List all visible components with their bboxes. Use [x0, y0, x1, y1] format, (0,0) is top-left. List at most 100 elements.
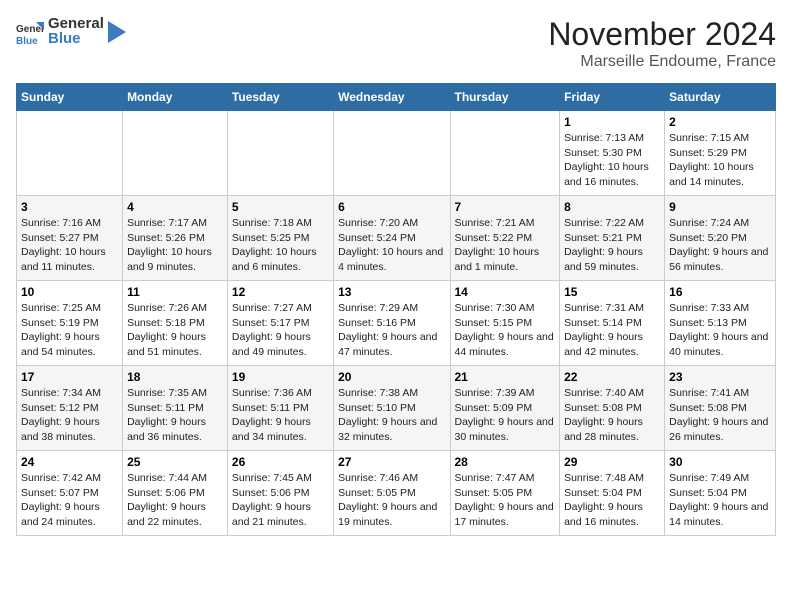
calendar-cell: 12 Sunrise: 7:27 AM Sunset: 5:17 PM Dayli… [227, 281, 333, 366]
calendar-cell: 5 Sunrise: 7:18 AM Sunset: 5:25 PM Daylig… [227, 196, 333, 281]
day-header-monday: Monday [123, 84, 228, 111]
calendar-cell: 23 Sunrise: 7:41 AM Sunset: 5:08 PM Dayli… [665, 366, 776, 451]
calendar-cell: 20 Sunrise: 7:38 AM Sunset: 5:10 PM Dayli… [334, 366, 450, 451]
calendar-cell [450, 111, 560, 196]
day-header-tuesday: Tuesday [227, 84, 333, 111]
day-info: Sunrise: 7:21 AM Sunset: 5:22 PM Dayligh… [455, 216, 556, 275]
calendar-cell: 17 Sunrise: 7:34 AM Sunset: 5:12 PM Dayli… [17, 366, 123, 451]
header-row: SundayMondayTuesdayWednesdayThursdayFrid… [17, 84, 776, 111]
day-info: Sunrise: 7:29 AM Sunset: 5:16 PM Dayligh… [338, 301, 445, 360]
calendar-cell: 1 Sunrise: 7:13 AM Sunset: 5:30 PM Daylig… [560, 111, 665, 196]
calendar-cell: 28Sunrise: 7:47 AM Sunset: 5:05 PM Dayli… [450, 451, 560, 536]
week-row-1: 1 Sunrise: 7:13 AM Sunset: 5:30 PM Daylig… [17, 111, 776, 196]
day-info: Sunrise: 7:33 AM Sunset: 5:13 PM Dayligh… [669, 301, 771, 360]
calendar-cell [123, 111, 228, 196]
day-number: 17 [21, 370, 118, 384]
day-number: 7 [455, 200, 556, 214]
day-number: 19 [232, 370, 329, 384]
calendar-cell [334, 111, 450, 196]
calendar-cell: 16 Sunrise: 7:33 AM Sunset: 5:13 PM Dayli… [665, 281, 776, 366]
svg-text:Blue: Blue [16, 36, 38, 46]
day-number: 20 [338, 370, 445, 384]
day-info: Sunrise: 7:24 AM Sunset: 5:20 PM Dayligh… [669, 216, 771, 275]
calendar-cell: 6Sunrise: 7:20 AM Sunset: 5:24 PM Daylig… [334, 196, 450, 281]
week-row-2: 3Sunrise: 7:16 AM Sunset: 5:27 PM Daylig… [17, 196, 776, 281]
header: General Blue General Blue November 2024 … [16, 16, 776, 71]
calendar-cell: 9 Sunrise: 7:24 AM Sunset: 5:20 PM Daylig… [665, 196, 776, 281]
day-number: 8 [564, 200, 660, 214]
calendar-cell: 24 Sunrise: 7:42 AM Sunset: 5:07 PM Dayli… [17, 451, 123, 536]
day-info: Sunrise: 7:39 AM Sunset: 5:09 PM Dayligh… [455, 386, 556, 445]
day-info: Sunrise: 7:22 AM Sunset: 5:21 PM Dayligh… [564, 216, 660, 275]
calendar-cell: 26 Sunrise: 7:45 AM Sunset: 5:06 PM Dayli… [227, 451, 333, 536]
day-info: Sunrise: 7:15 AM Sunset: 5:29 PM Dayligh… [669, 131, 771, 190]
day-number: 22 [564, 370, 660, 384]
day-info: Sunrise: 7:20 AM Sunset: 5:24 PM Dayligh… [338, 216, 445, 275]
day-info: Sunrise: 7:44 AM Sunset: 5:06 PM Dayligh… [127, 471, 223, 530]
day-number: 23 [669, 370, 771, 384]
week-row-3: 10Sunrise: 7:25 AM Sunset: 5:19 PM Dayli… [17, 281, 776, 366]
day-header-friday: Friday [560, 84, 665, 111]
calendar-cell [227, 111, 333, 196]
calendar-body: 1 Sunrise: 7:13 AM Sunset: 5:30 PM Daylig… [17, 111, 776, 536]
calendar-cell: 7 Sunrise: 7:21 AM Sunset: 5:22 PM Daylig… [450, 196, 560, 281]
day-number: 9 [669, 200, 771, 214]
day-number: 2 [669, 115, 771, 129]
logo-arrow-icon [108, 21, 126, 43]
title-area: November 2024 Marseille Endoume, France [548, 16, 776, 71]
calendar-cell: 21Sunrise: 7:39 AM Sunset: 5:09 PM Dayli… [450, 366, 560, 451]
day-info: Sunrise: 7:48 AM Sunset: 5:04 PM Dayligh… [564, 471, 660, 530]
day-header-thursday: Thursday [450, 84, 560, 111]
calendar-cell: 14 Sunrise: 7:30 AM Sunset: 5:15 PM Dayli… [450, 281, 560, 366]
calendar-cell: 27 Sunrise: 7:46 AM Sunset: 5:05 PM Dayli… [334, 451, 450, 536]
day-info: Sunrise: 7:46 AM Sunset: 5:05 PM Dayligh… [338, 471, 445, 530]
calendar-cell: 19 Sunrise: 7:36 AM Sunset: 5:11 PM Dayli… [227, 366, 333, 451]
calendar-cell: 22 Sunrise: 7:40 AM Sunset: 5:08 PM Dayli… [560, 366, 665, 451]
calendar-table: SundayMondayTuesdayWednesdayThursdayFrid… [16, 83, 776, 536]
day-info: Sunrise: 7:38 AM Sunset: 5:10 PM Dayligh… [338, 386, 445, 445]
calendar-cell: 18 Sunrise: 7:35 AM Sunset: 5:11 PM Dayli… [123, 366, 228, 451]
calendar-cell: 15 Sunrise: 7:31 AM Sunset: 5:14 PM Dayli… [560, 281, 665, 366]
day-info: Sunrise: 7:45 AM Sunset: 5:06 PM Dayligh… [232, 471, 329, 530]
day-info: Sunrise: 7:27 AM Sunset: 5:17 PM Dayligh… [232, 301, 329, 360]
day-info: Sunrise: 7:34 AM Sunset: 5:12 PM Dayligh… [21, 386, 118, 445]
logo-icon: General Blue [16, 18, 44, 46]
day-info: Sunrise: 7:41 AM Sunset: 5:08 PM Dayligh… [669, 386, 771, 445]
calendar-cell: 2 Sunrise: 7:15 AM Sunset: 5:29 PM Daylig… [665, 111, 776, 196]
day-info: Sunrise: 7:18 AM Sunset: 5:25 PM Dayligh… [232, 216, 329, 275]
day-info: Sunrise: 7:13 AM Sunset: 5:30 PM Dayligh… [564, 131, 660, 190]
day-info: Sunrise: 7:31 AM Sunset: 5:14 PM Dayligh… [564, 301, 660, 360]
logo: General Blue General Blue [16, 16, 126, 47]
calendar-cell: 10Sunrise: 7:25 AM Sunset: 5:19 PM Dayli… [17, 281, 123, 366]
day-number: 5 [232, 200, 329, 214]
calendar-cell: 25 Sunrise: 7:44 AM Sunset: 5:06 PM Dayli… [123, 451, 228, 536]
day-info: Sunrise: 7:30 AM Sunset: 5:15 PM Dayligh… [455, 301, 556, 360]
day-number: 11 [127, 285, 223, 299]
day-number: 10 [21, 285, 118, 299]
day-header-sunday: Sunday [17, 84, 123, 111]
day-number: 16 [669, 285, 771, 299]
day-info: Sunrise: 7:49 AM Sunset: 5:04 PM Dayligh… [669, 471, 771, 530]
calendar-cell: 8 Sunrise: 7:22 AM Sunset: 5:21 PM Daylig… [560, 196, 665, 281]
day-number: 3 [21, 200, 118, 214]
day-number: 25 [127, 455, 223, 469]
day-info: Sunrise: 7:40 AM Sunset: 5:08 PM Dayligh… [564, 386, 660, 445]
week-row-5: 24 Sunrise: 7:42 AM Sunset: 5:07 PM Dayli… [17, 451, 776, 536]
day-number: 26 [232, 455, 329, 469]
day-info: Sunrise: 7:36 AM Sunset: 5:11 PM Dayligh… [232, 386, 329, 445]
day-number: 12 [232, 285, 329, 299]
day-number: 27 [338, 455, 445, 469]
day-number: 1 [564, 115, 660, 129]
logo-text-blue: Blue [48, 31, 104, 48]
day-number: 15 [564, 285, 660, 299]
day-number: 18 [127, 370, 223, 384]
day-info: Sunrise: 7:42 AM Sunset: 5:07 PM Dayligh… [21, 471, 118, 530]
calendar-cell [17, 111, 123, 196]
day-number: 24 [21, 455, 118, 469]
day-number: 14 [455, 285, 556, 299]
day-info: Sunrise: 7:35 AM Sunset: 5:11 PM Dayligh… [127, 386, 223, 445]
subtitle: Marseille Endoume, France [548, 53, 776, 71]
calendar-cell: 13Sunrise: 7:29 AM Sunset: 5:16 PM Dayli… [334, 281, 450, 366]
calendar-cell: 30 Sunrise: 7:49 AM Sunset: 5:04 PM Dayli… [665, 451, 776, 536]
day-number: 30 [669, 455, 771, 469]
